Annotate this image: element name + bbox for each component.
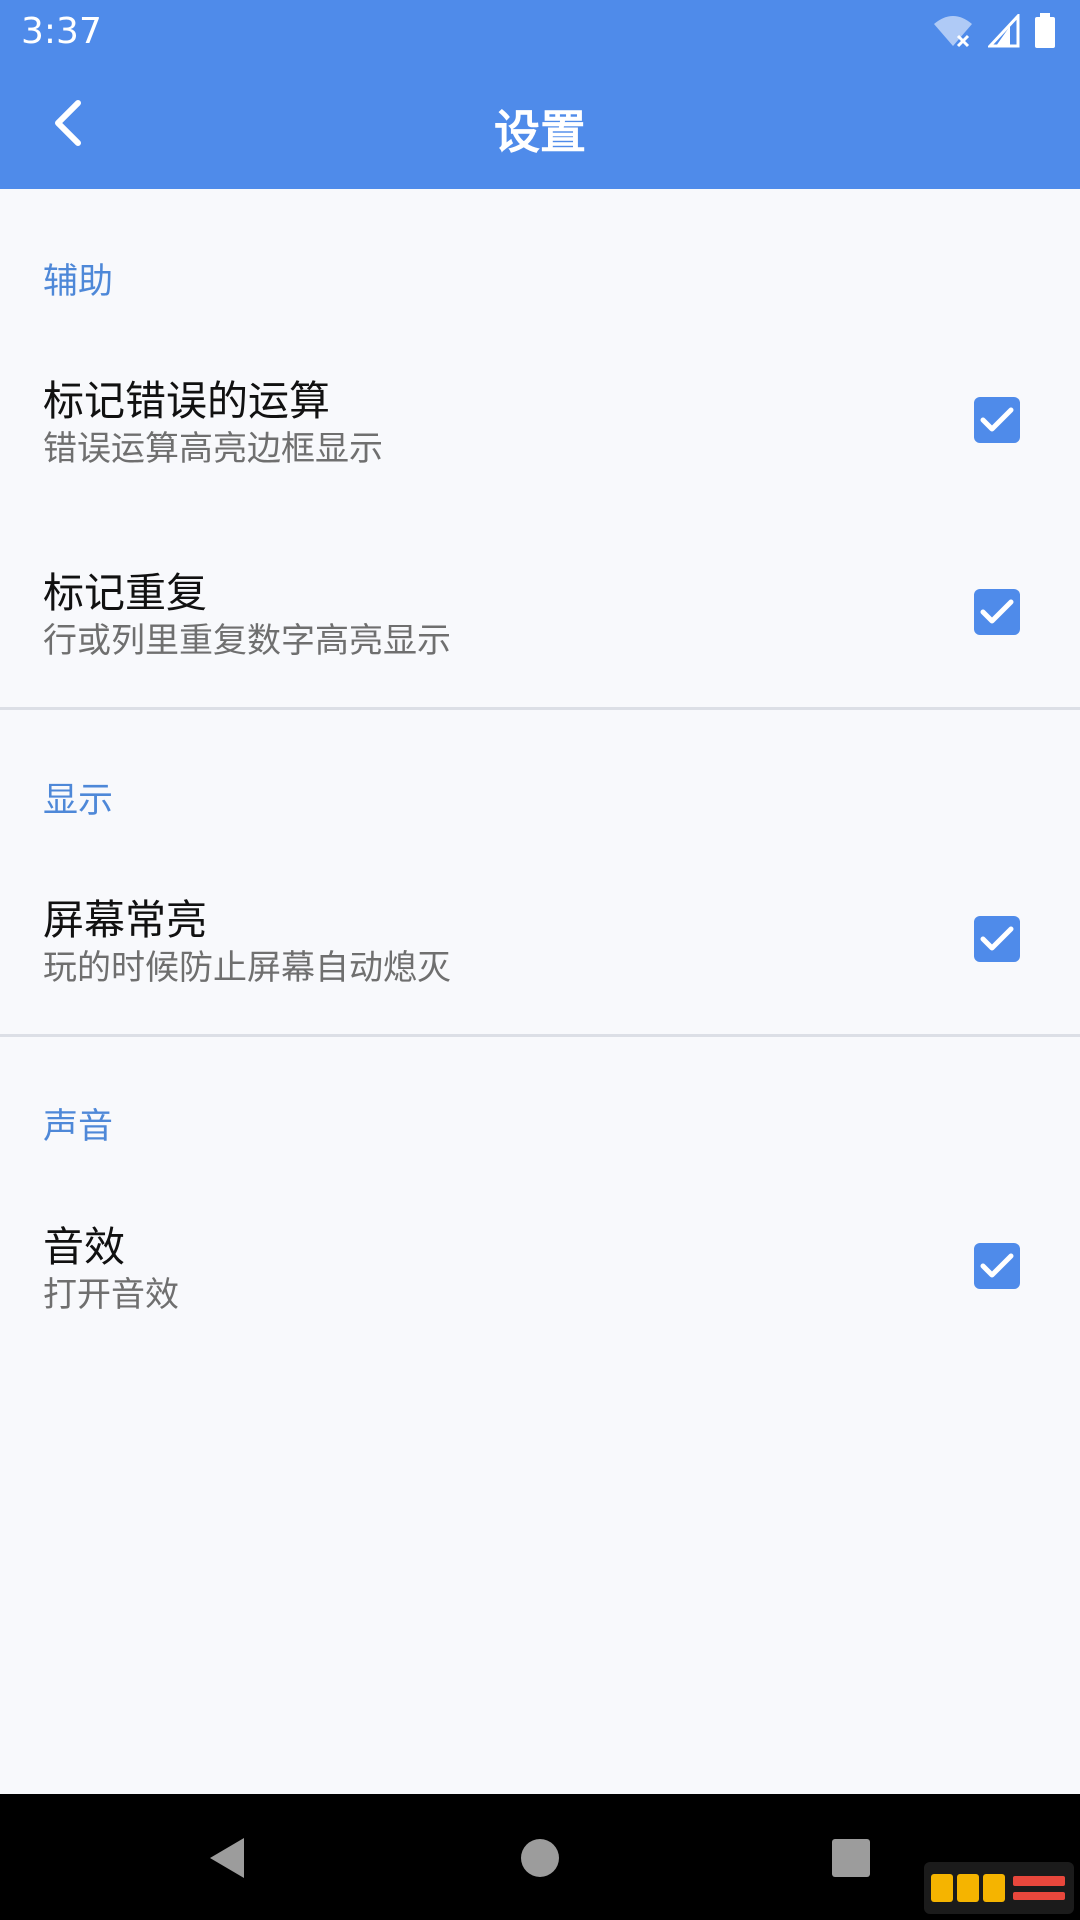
nav-back-button[interactable] (196, 1828, 256, 1888)
page-title: 设置 (494, 105, 586, 159)
checkbox-mark-errors[interactable] (974, 397, 1020, 443)
nav-back-icon (210, 1838, 244, 1878)
setting-title: 标记错误的运算 (43, 377, 330, 425)
status-icons (932, 13, 1056, 48)
section-divider (0, 1034, 1080, 1037)
setting-title: 标记重复 (43, 569, 207, 617)
setting-subtitle: 错误运算高亮边框显示 (43, 429, 383, 469)
setting-item-sound-effects[interactable]: 音效 打开音效 (0, 1213, 1080, 1373)
watermark-logo-icon (931, 1874, 1065, 1902)
status-time: 3:37 (21, 11, 102, 52)
nav-home-button[interactable] (510, 1828, 570, 1888)
section-header-sound: 声音 (43, 1107, 114, 1147)
check-icon (980, 1253, 1014, 1278)
check-icon (980, 599, 1014, 624)
app-bar: 3:37 设置 (0, 0, 1080, 189)
setting-item-keep-screen-on[interactable]: 屏幕常亮 玩的时候防止屏幕自动熄灭 (0, 886, 1080, 1046)
nav-recents-button[interactable] (821, 1828, 881, 1888)
check-icon (980, 407, 1014, 432)
setting-item-mark-duplicates[interactable]: 标记重复 行或列里重复数字高亮显示 (0, 559, 1080, 719)
section-divider (0, 707, 1080, 710)
setting-subtitle: 打开音效 (43, 1275, 179, 1315)
nav-recents-icon (832, 1839, 870, 1877)
setting-item-mark-errors[interactable]: 标记错误的运算 错误运算高亮边框显示 (0, 367, 1080, 527)
checkbox-mark-duplicates[interactable] (974, 589, 1020, 635)
battery-icon (1035, 13, 1055, 48)
nav-home-icon (521, 1839, 559, 1877)
setting-subtitle: 行或列里重复数字高亮显示 (43, 621, 451, 661)
setting-title: 音效 (43, 1223, 125, 1271)
system-navigation-bar (0, 1794, 1080, 1920)
checkbox-keep-screen-on[interactable] (974, 916, 1020, 962)
check-icon (980, 926, 1014, 951)
wifi-off-icon (934, 16, 972, 48)
checkbox-sound-effects[interactable] (974, 1243, 1020, 1289)
section-header-display: 显示 (43, 781, 114, 821)
site-watermark-logo (924, 1862, 1074, 1914)
signal-icon (988, 14, 1020, 48)
setting-title: 屏幕常亮 (43, 896, 207, 944)
section-header-assist: 辅助 (43, 262, 114, 302)
setting-subtitle: 玩的时候防止屏幕自动熄灭 (43, 948, 451, 988)
